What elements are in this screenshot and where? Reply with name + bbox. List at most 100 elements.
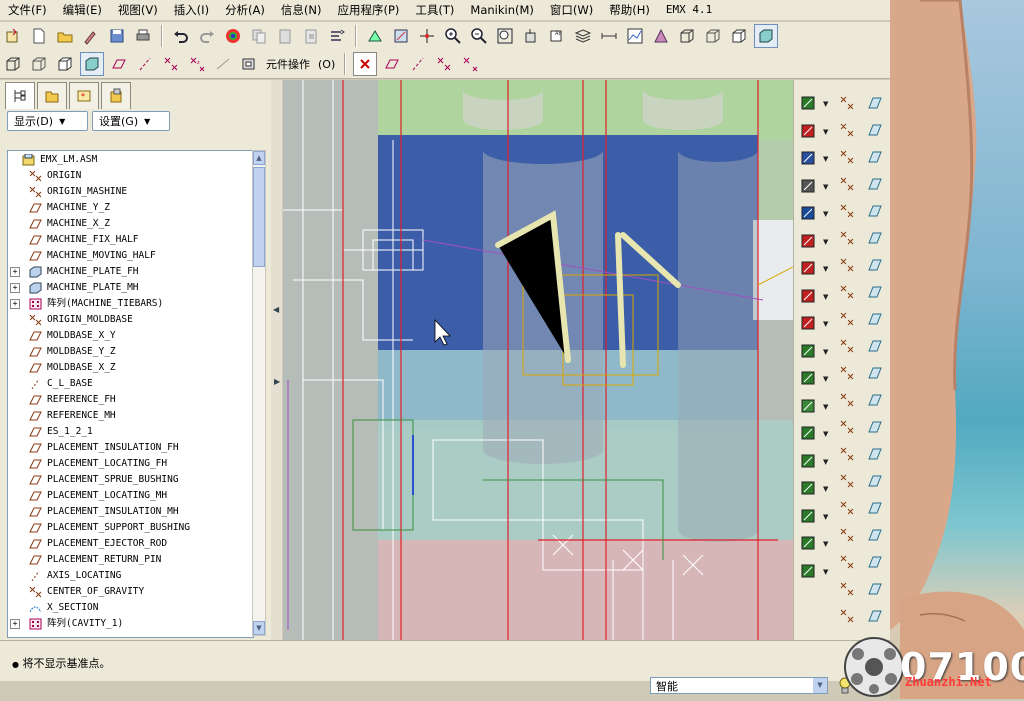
rib-tool-icon[interactable] bbox=[797, 230, 819, 252]
expand-icon[interactable]: + bbox=[10, 619, 20, 629]
hole-tool-icon[interactable] bbox=[797, 147, 819, 169]
tree-item[interactable]: + MACHINE_PLATE_MH bbox=[8, 280, 253, 296]
chevron-down-icon[interactable]: ▼ bbox=[823, 375, 828, 383]
chevron-down-icon[interactable]: ▼ bbox=[823, 293, 828, 301]
offset-point-icon[interactable] bbox=[836, 173, 858, 195]
offset-icon[interactable] bbox=[836, 524, 858, 546]
menu-item[interactable]: Manikin(M) bbox=[462, 0, 542, 20]
tree-item[interactable]: X_SECTION bbox=[8, 600, 253, 616]
datum-plane-icon[interactable] bbox=[836, 254, 858, 276]
pin-icon[interactable] bbox=[864, 524, 886, 546]
datum-point-tool-icon[interactable] bbox=[836, 119, 858, 141]
component-ops-icon[interactable] bbox=[238, 53, 260, 75]
tree-item[interactable]: EMX_LM.ASM bbox=[8, 152, 253, 168]
tree-item[interactable]: CENTER_OF_GRAVITY bbox=[8, 584, 253, 600]
copy-geom-icon[interactable] bbox=[836, 362, 858, 384]
boundary-icon[interactable] bbox=[864, 119, 886, 141]
save-icon[interactable] bbox=[106, 25, 128, 47]
tree-item[interactable]: MOLDBASE_X_Z bbox=[8, 360, 253, 376]
zoom-in-icon[interactable] bbox=[442, 25, 464, 47]
blend-icon[interactable] bbox=[864, 173, 886, 195]
expand-icon[interactable]: + bbox=[10, 267, 20, 277]
mirror-icon[interactable] bbox=[836, 605, 858, 627]
chamfer-tool-icon[interactable] bbox=[797, 285, 819, 307]
tab-connections[interactable] bbox=[101, 82, 131, 109]
chevron-down-icon[interactable]: ▼ bbox=[823, 568, 828, 576]
layers-icon[interactable] bbox=[572, 25, 594, 47]
tree-item[interactable]: PLACEMENT_RETURN_PIN bbox=[8, 552, 253, 568]
tree-item[interactable]: PLACEMENT_SUPPORT_BUSHING bbox=[8, 520, 253, 536]
sketch-view-icon[interactable] bbox=[390, 25, 412, 47]
tree-item[interactable]: ES_1_2_1 bbox=[8, 424, 253, 440]
datum-point-tool-icon[interactable] bbox=[433, 53, 455, 75]
ejector-pin-icon[interactable] bbox=[797, 422, 819, 444]
chevron-down-icon[interactable]: ▼ bbox=[823, 155, 828, 163]
chevron-down-icon[interactable]: ▼ bbox=[823, 100, 828, 108]
tree-item[interactable]: + 阵列(MACHINE_TIEBARS) bbox=[8, 296, 253, 312]
analysis-feature-icon[interactable] bbox=[836, 335, 858, 357]
tree-item[interactable]: AXIS_LOCATING bbox=[8, 568, 253, 584]
spline-icon[interactable] bbox=[864, 443, 886, 465]
mapkey-icon[interactable] bbox=[326, 25, 348, 47]
settings-dropdown[interactable]: 设置 (G) ▼ bbox=[92, 111, 170, 131]
shrink-icon[interactable] bbox=[864, 605, 886, 627]
sweep-icon[interactable] bbox=[864, 146, 886, 168]
menu-item[interactable]: 分析(A) bbox=[217, 0, 273, 20]
tree-item[interactable]: PLACEMENT_INSULATION_MH bbox=[8, 504, 253, 520]
datum-plane-display-icon[interactable] bbox=[108, 53, 130, 75]
undo-icon[interactable] bbox=[170, 25, 192, 47]
tree-item[interactable]: PLACEMENT_EJECTOR_ROD bbox=[8, 536, 253, 552]
menu-item[interactable]: 文件(F) bbox=[0, 0, 55, 20]
chevron-down-icon[interactable]: ▼ bbox=[823, 513, 828, 521]
tree-item[interactable]: + 阵列(CAVITY_1) bbox=[8, 616, 253, 632]
tree-item[interactable]: PLACEMENT_LOCATING_MH bbox=[8, 488, 253, 504]
publish-geom-icon[interactable] bbox=[836, 389, 858, 411]
display-dropdown[interactable]: 显示 (D) ▼ bbox=[7, 111, 88, 131]
menu-item[interactable]: 窗口(W) bbox=[542, 0, 601, 20]
chevron-down-icon[interactable]: ▼ bbox=[823, 485, 828, 493]
axis-display-icon[interactable] bbox=[134, 53, 156, 75]
paste-icon[interactable] bbox=[274, 25, 296, 47]
reorient-icon[interactable] bbox=[520, 25, 542, 47]
brush-icon[interactable] bbox=[80, 25, 102, 47]
scroll-thumb[interactable] bbox=[253, 167, 265, 267]
tree-item[interactable]: + MACHINE_PLATE_FH bbox=[8, 264, 253, 280]
cylinder-icon[interactable] bbox=[864, 335, 886, 357]
chevron-down-icon[interactable]: ▼ bbox=[823, 265, 828, 273]
variable-icon[interactable] bbox=[864, 281, 886, 303]
fillet-icon[interactable] bbox=[864, 470, 886, 492]
datum-plane-tool-icon[interactable] bbox=[381, 53, 403, 75]
extrude-tool-icon[interactable] bbox=[797, 92, 819, 114]
plate-tool-icon[interactable] bbox=[797, 367, 819, 389]
menu-item[interactable]: 帮助(H) bbox=[601, 0, 658, 20]
shaded-cube-icon[interactable] bbox=[80, 52, 104, 76]
new-file-icon[interactable] bbox=[28, 25, 50, 47]
expand-icon[interactable]: + bbox=[10, 283, 20, 293]
annotation-display-icon[interactable] bbox=[212, 53, 234, 75]
tangent-icon[interactable] bbox=[864, 308, 886, 330]
menu-item[interactable]: 应用程序(P) bbox=[329, 0, 407, 20]
menu-item[interactable]: 信息(N) bbox=[273, 0, 330, 20]
cube-view-icon[interactable] bbox=[2, 53, 24, 75]
zoom-out-icon[interactable] bbox=[468, 25, 490, 47]
bom-tool-icon[interactable] bbox=[797, 532, 819, 554]
csys-tool-icon[interactable] bbox=[836, 308, 858, 330]
tree-item[interactable]: MACHINE_X_Z bbox=[8, 216, 253, 232]
warp-icon[interactable] bbox=[864, 227, 886, 249]
chevron-down-icon[interactable]: ▼ bbox=[823, 403, 828, 411]
menu-item[interactable]: 编辑(E) bbox=[55, 0, 110, 20]
tab-model-tree[interactable] bbox=[5, 82, 35, 109]
cut-out-icon[interactable] bbox=[836, 470, 858, 492]
menu-item[interactable]: 视图(V) bbox=[110, 0, 166, 20]
open-folder-icon[interactable] bbox=[54, 25, 76, 47]
collapse-left-icon[interactable]: ◀ bbox=[273, 305, 279, 314]
point-display-icon[interactable] bbox=[160, 53, 182, 75]
measure-icon[interactable] bbox=[598, 25, 620, 47]
tree-item[interactable]: MACHINE_Y_Z bbox=[8, 200, 253, 216]
model-analysis-icon[interactable] bbox=[650, 25, 672, 47]
surface-tool-icon[interactable] bbox=[864, 92, 886, 114]
close-window-icon[interactable] bbox=[353, 52, 378, 76]
merge-icon[interactable] bbox=[836, 443, 858, 465]
spring-icon[interactable] bbox=[864, 497, 886, 519]
torus-icon[interactable] bbox=[864, 416, 886, 438]
